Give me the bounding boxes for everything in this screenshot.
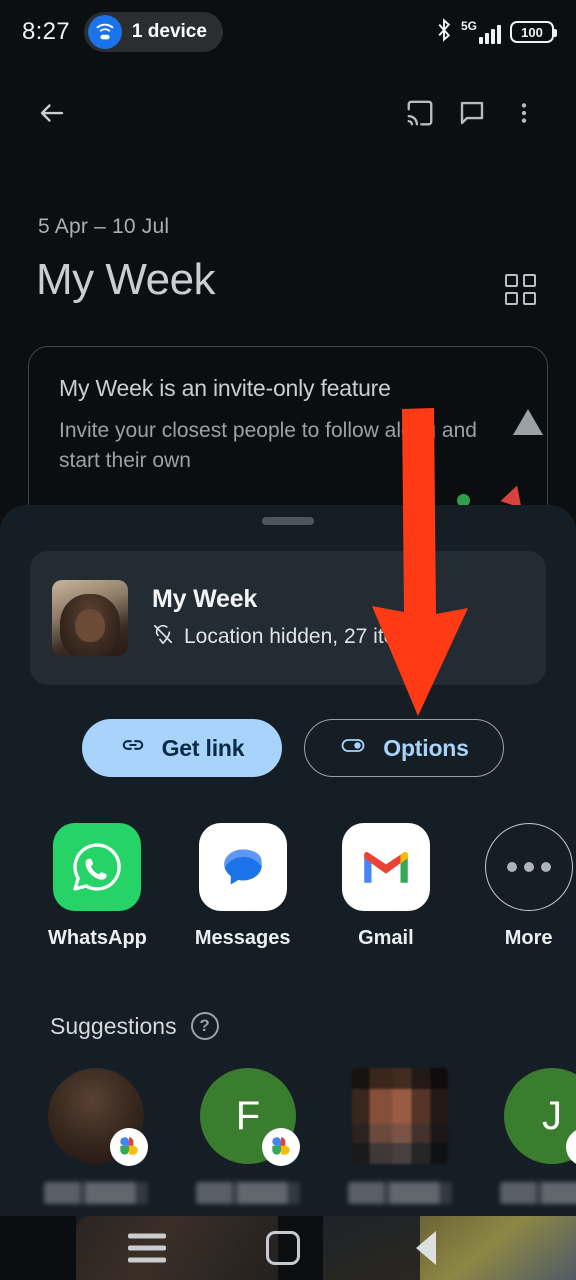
home-icon[interactable]: [266, 1231, 300, 1265]
avatar: F: [200, 1068, 300, 1166]
hotspot-chip[interactable]: 1 device: [83, 12, 223, 52]
confetti-triangle-icon: [513, 409, 543, 435]
suggestion-initial: J: [542, 1093, 562, 1138]
suggestion-item[interactable]: [348, 1068, 452, 1204]
share-app-row: WhatsApp Messages Gmail More: [48, 823, 576, 950]
more-horiz-icon: [484, 823, 573, 911]
more-vert-icon[interactable]: [498, 87, 550, 139]
avatar: [352, 1068, 448, 1164]
share-preview-title: My Week: [152, 585, 258, 613]
grid-view-icon[interactable]: [496, 265, 544, 313]
drag-handle[interactable]: [262, 517, 314, 525]
google-photos-badge: [566, 1128, 576, 1166]
get-link-label: Get link: [161, 734, 245, 761]
suggestion-item[interactable]: [44, 1068, 148, 1204]
suggestion-name: [500, 1182, 576, 1204]
share-target-label: Gmail: [358, 927, 414, 949]
share-target-label: More: [504, 927, 553, 949]
app-bar: [0, 80, 576, 146]
suggestions-header: Suggestions ?: [50, 1012, 576, 1040]
suggestion-item[interactable]: J: [500, 1068, 576, 1204]
page-title: My Week: [36, 255, 216, 304]
suggestions-title: Suggestions: [50, 1012, 177, 1039]
navigation-bar: [0, 1216, 576, 1280]
share-target-label: WhatsApp: [48, 927, 147, 949]
share-target-messages[interactable]: Messages: [195, 823, 291, 950]
wifi-tethering-icon: [87, 15, 122, 49]
phone-screen: 8:27 1 device 5G 100 5 Apr – 10 Jul My W…: [0, 0, 576, 1280]
share-actions: Get link Options: [82, 719, 576, 777]
options-button[interactable]: Options: [304, 719, 504, 777]
suggestion-item[interactable]: F: [196, 1068, 300, 1204]
back-arrow-icon[interactable]: [26, 87, 78, 139]
invite-card-title: My Week is an invite-only feature: [59, 375, 391, 401]
get-link-button[interactable]: Get link: [82, 719, 282, 777]
selfie-thumbnail: [52, 580, 128, 656]
suggestions-row: F J: [44, 1068, 576, 1204]
status-bar-right: 5G 100: [436, 17, 557, 47]
share-target-more[interactable]: More: [481, 823, 576, 950]
cellular-signal-icon: 5G: [461, 20, 501, 44]
suggestion-initial: F: [235, 1093, 261, 1138]
location-off-icon: [152, 623, 174, 651]
options-label: Options: [383, 734, 469, 761]
grid-glyph: [504, 273, 536, 305]
share-preview-card[interactable]: My Week Location hidden, 27 items: [30, 551, 546, 685]
signal-bars: [479, 24, 501, 44]
status-clock: 8:27: [22, 18, 70, 45]
gmail-icon: [341, 823, 430, 911]
invite-card-subtitle: Invite your closest people to follow alo…: [59, 419, 477, 473]
google-photos-badge: [110, 1128, 148, 1166]
share-preview-meta: Location hidden, 27 items: [152, 623, 423, 651]
network-type-label: 5G: [460, 19, 477, 33]
status-bar-left: 8:27 1 device: [22, 12, 223, 52]
nav-back-icon[interactable]: [416, 1231, 436, 1265]
toggle-icon: [339, 731, 367, 765]
battery-indicator: 100: [510, 21, 557, 43]
bluetooth-icon: [436, 17, 452, 47]
avatar: J: [504, 1068, 576, 1166]
share-target-gmail[interactable]: Gmail: [339, 823, 434, 950]
cast-icon[interactable]: [394, 87, 446, 139]
date-range: 5 Apr – 10 Jul: [38, 215, 170, 238]
recents-icon[interactable]: [128, 1233, 166, 1263]
share-preview-text: My Week Location hidden, 27 items: [152, 585, 423, 651]
invite-only-card[interactable]: My Week is an invite-only feature Invite…: [28, 346, 548, 526]
share-target-label: Messages: [194, 927, 291, 949]
suggestion-name: [44, 1182, 148, 1204]
google-photos-badge: [262, 1128, 300, 1166]
whatsapp-icon: [53, 823, 142, 911]
suggestion-name: [348, 1182, 452, 1204]
comment-icon[interactable]: [446, 87, 498, 139]
hotspot-label: 1 device: [131, 21, 207, 42]
share-bottom-sheet: My Week Location hidden, 27 items Get li…: [0, 505, 576, 1280]
link-icon: [120, 732, 146, 764]
suggestion-name: [196, 1182, 300, 1204]
battery-level-label: 100: [521, 24, 543, 40]
share-preview-meta-label: Location hidden, 27 items: [184, 625, 424, 648]
share-target-whatsapp[interactable]: WhatsApp: [48, 823, 147, 950]
messages-icon: [198, 823, 287, 911]
avatar: [48, 1068, 148, 1166]
status-bar: 8:27 1 device 5G 100: [0, 0, 576, 64]
help-circle-icon[interactable]: ?: [190, 1012, 219, 1040]
